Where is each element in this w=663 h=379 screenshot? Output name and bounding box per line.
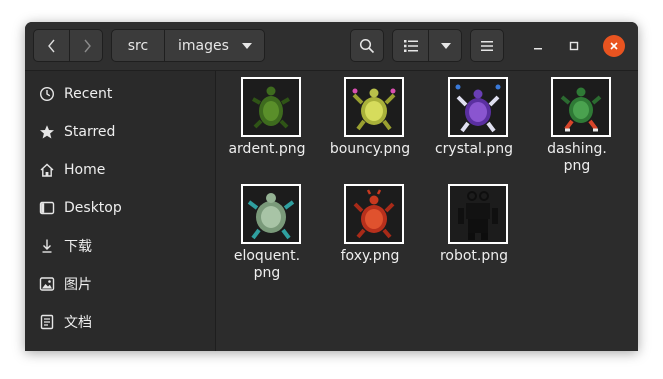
file-item-bouncy[interactable]: bouncy.png: [322, 77, 418, 177]
hamburger-icon: [481, 40, 493, 51]
download-icon: [39, 238, 55, 254]
navigation-buttons: [33, 29, 103, 62]
headerbar: src images: [25, 22, 638, 71]
star-icon: [39, 124, 55, 140]
file-name: eloquent. png: [233, 248, 301, 281]
search-button[interactable]: [350, 29, 384, 62]
sidebar-item-desktop[interactable]: Desktop: [25, 189, 215, 227]
sidebar: Recent Starred Home Desktop 下载 图片 文档: [25, 71, 216, 351]
sidebar-item-label: 下载: [64, 239, 92, 255]
minimize-button[interactable]: [527, 35, 549, 57]
sidebar-item-recent[interactable]: Recent: [25, 75, 215, 113]
home-icon: [39, 162, 55, 178]
back-button[interactable]: [34, 30, 70, 61]
sidebar-item-label: Desktop: [64, 200, 122, 216]
file-name: bouncy.png: [329, 141, 411, 157]
close-button[interactable]: [603, 35, 625, 57]
file-name: foxy.png: [340, 248, 400, 264]
file-manager-window: src images Recent Starred Home Desktop 下…: [25, 22, 638, 351]
purple-turtle-image: [455, 84, 501, 133]
clock-icon: [39, 86, 55, 102]
chevron-down-icon: [242, 43, 252, 49]
file-name: crystal.png: [434, 141, 514, 157]
sidebar-item-starred[interactable]: Starred: [25, 113, 215, 151]
robot-image: [458, 191, 498, 240]
file-item-foxy[interactable]: foxy.png: [322, 184, 418, 284]
fluffy-turtle-image: [247, 193, 295, 240]
green-turtle-image: [252, 86, 290, 129]
file-thumbnail: [344, 184, 404, 244]
search-icon: [359, 38, 375, 53]
file-item-robot[interactable]: robot.png: [426, 184, 522, 284]
red-turtle-image: [353, 189, 395, 239]
file-thumbnail: [241, 184, 301, 244]
file-name: ardent.png: [228, 141, 306, 157]
path-segment-images[interactable]: images: [164, 30, 264, 61]
maximize-icon: [569, 41, 579, 51]
file-thumbnail: [448, 77, 508, 137]
file-name: robot.png: [439, 248, 509, 264]
close-icon: [610, 42, 618, 50]
sidebar-item-label: Home: [64, 162, 106, 178]
file-thumbnail: [241, 77, 301, 137]
list-view-icon: [403, 39, 418, 52]
desktop-icon: [39, 200, 55, 216]
sidebar-item-label: Recent: [64, 86, 113, 102]
menu-button[interactable]: [470, 29, 504, 62]
yellow-turtle-image: [352, 88, 396, 131]
path-segment-src[interactable]: src: [112, 30, 165, 61]
maximize-button[interactable]: [563, 35, 585, 57]
file-grid: ardent.png bouncy.png crystal.png dashin…: [216, 71, 638, 351]
chevron-left-icon: [47, 39, 55, 52]
file-name: dashing. png: [547, 141, 607, 174]
sidebar-item-downloads[interactable]: 下载: [25, 227, 215, 265]
minimize-icon: [534, 48, 542, 50]
path-bar: src images: [111, 29, 265, 62]
view-options: [392, 29, 462, 62]
file-thumbnail: [551, 77, 611, 137]
path-segment-label: images: [178, 37, 229, 54]
sidebar-item-pictures[interactable]: 图片: [25, 265, 215, 303]
chevron-down-icon: [440, 42, 451, 49]
forward-button[interactable]: [69, 30, 104, 61]
sidebar-item-label: Starred: [64, 124, 116, 140]
sidebar-item-documents[interactable]: 文档: [25, 303, 215, 341]
file-thumbnail: [344, 77, 404, 137]
chevron-right-icon: [83, 39, 91, 52]
file-item-dashing[interactable]: dashing. png: [529, 77, 625, 177]
sidebar-item-home[interactable]: Home: [25, 151, 215, 189]
file-item-eloquent[interactable]: eloquent. png: [219, 184, 315, 284]
view-options-dropdown[interactable]: [428, 30, 463, 61]
sidebar-item-label: 文档: [64, 315, 92, 331]
documents-icon: [39, 314, 55, 330]
file-item-crystal[interactable]: crystal.png: [426, 77, 522, 177]
list-view-button[interactable]: [393, 30, 429, 61]
pictures-icon: [39, 276, 55, 292]
file-thumbnail: [448, 184, 508, 244]
file-item-ardent[interactable]: ardent.png: [219, 77, 315, 177]
sidebar-item-label: 图片: [64, 277, 92, 293]
green-red-turtle-image: [560, 87, 602, 132]
